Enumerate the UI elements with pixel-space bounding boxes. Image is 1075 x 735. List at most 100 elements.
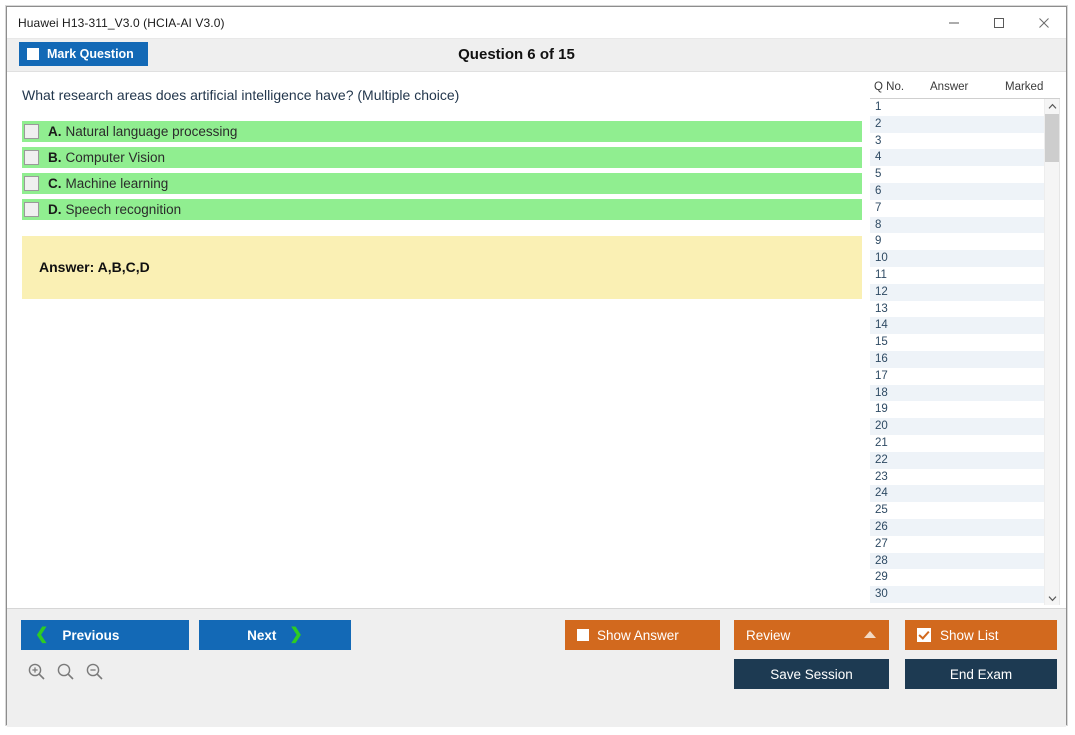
question-list-row[interactable]: 26: [870, 518, 1045, 536]
option-checkbox-a[interactable]: [24, 124, 39, 139]
question-list-row[interactable]: 2: [870, 115, 1045, 133]
question-prompt: What research areas does artificial inte…: [22, 87, 460, 103]
chevron-up-icon: [1048, 103, 1056, 109]
zoom-out-icon: [86, 663, 103, 680]
show-answer-button[interactable]: Show Answer: [565, 620, 720, 650]
question-list-row[interactable]: 12: [870, 283, 1045, 301]
question-list-row[interactable]: 24: [870, 485, 1045, 503]
previous-button[interactable]: ❮ Previous: [21, 620, 189, 650]
scroll-down-button[interactable]: [1045, 591, 1059, 605]
zoom-out-button[interactable]: [85, 662, 104, 681]
chevron-down-icon: [1048, 595, 1056, 601]
option-checkbox-b[interactable]: [24, 150, 39, 165]
answer-text: Answer: A,B,C,D: [39, 259, 150, 275]
question-list-row[interactable]: 28: [870, 552, 1045, 570]
zoom-in-icon: [28, 663, 45, 680]
show-list-button[interactable]: Show List: [905, 620, 1057, 650]
zoom-in-button[interactable]: [27, 662, 46, 681]
question-list-row[interactable]: 18: [870, 384, 1045, 402]
close-icon: [1038, 17, 1049, 28]
review-dropdown[interactable]: Review: [734, 620, 889, 650]
review-label: Review: [746, 627, 791, 643]
end-exam-label: End Exam: [949, 666, 1013, 682]
option-letter: A.: [48, 124, 62, 139]
option-row[interactable]: D. Speech recognition: [22, 199, 862, 220]
chevron-left-icon: ❮: [35, 626, 49, 643]
question-list-row[interactable]: 17: [870, 367, 1045, 385]
chevron-right-icon: ❯: [289, 626, 303, 643]
caret-up-icon: [864, 631, 876, 638]
exam-window: Huawei H13-311_V3.0 (HCIA-AI V3.0) Mark …: [6, 6, 1067, 727]
option-checkbox-c[interactable]: [24, 176, 39, 191]
column-header-answer: Answer: [930, 81, 969, 93]
option-row[interactable]: B. Computer Vision: [22, 147, 862, 168]
question-list-body[interactable]: 1 2 3 4 5 6 7 8 9 10 11 12 13 14 15 16 17 18 19 20 21 22 23 24 2…: [870, 99, 1060, 605]
question-list-row[interactable]: 3: [870, 132, 1045, 150]
question-list-row[interactable]: 16: [870, 350, 1045, 368]
minimize-icon: [948, 22, 959, 23]
show-answer-checkbox[interactable]: [577, 629, 589, 641]
show-list-checkbox[interactable]: [917, 628, 931, 642]
minimize-button[interactable]: [931, 7, 976, 38]
column-header-marked: Marked: [1005, 81, 1044, 93]
option-text: Speech recognition: [65, 202, 182, 217]
question-list-row[interactable]: 7: [870, 199, 1045, 217]
question-counter: Question 6 of 15: [458, 46, 575, 63]
question-list-header: Q No. Answer Marked: [870, 77, 1060, 99]
options-list: A. Natural language processing B. Comput…: [22, 121, 862, 225]
option-letter: C.: [48, 176, 62, 191]
question-list-panel: Q No. Answer Marked 1 2 3 4 5 6 7 8 9 10 11 12 13 14 1…: [870, 77, 1060, 605]
question-list-row[interactable]: 25: [870, 502, 1045, 519]
option-text: Machine learning: [65, 176, 169, 191]
question-list-row[interactable]: 5: [870, 166, 1045, 183]
save-session-button[interactable]: Save Session: [734, 659, 889, 689]
next-label: Next: [247, 627, 277, 643]
question-list-row[interactable]: 15: [870, 334, 1045, 351]
question-list-scrollbar[interactable]: [1044, 99, 1059, 605]
question-list-row[interactable]: 10: [870, 250, 1045, 267]
zoom-reset-icon: [57, 663, 74, 680]
scroll-up-button[interactable]: [1045, 99, 1059, 113]
option-letter: D.: [48, 202, 62, 217]
show-list-label: Show List: [940, 627, 999, 643]
question-list-row[interactable]: 29: [870, 569, 1045, 587]
question-list-row[interactable]: 8: [870, 216, 1045, 234]
scrollbar-thumb[interactable]: [1045, 114, 1059, 162]
question-list-row[interactable]: 14: [870, 317, 1045, 335]
question-list-row[interactable]: 4: [870, 149, 1045, 167]
question-list-row[interactable]: 23: [870, 468, 1045, 486]
end-exam-button[interactable]: End Exam: [905, 659, 1057, 689]
zoom-reset-button[interactable]: [56, 662, 75, 681]
option-letter: B.: [48, 150, 62, 165]
question-list-row[interactable]: 19: [870, 401, 1045, 419]
question-list-row[interactable]: 20: [870, 418, 1045, 435]
answer-reveal-box: Answer: A,B,C,D: [22, 236, 862, 299]
previous-label: Previous: [62, 627, 120, 643]
close-button[interactable]: [1021, 7, 1066, 38]
question-list-row[interactable]: 30: [870, 586, 1045, 603]
question-list-row[interactable]: 1: [870, 99, 1045, 116]
option-text: Computer Vision: [65, 150, 166, 165]
window-controls: [931, 7, 1066, 38]
maximize-button[interactable]: [976, 7, 1021, 38]
question-list-row[interactable]: 27: [870, 535, 1045, 553]
show-answer-label: Show Answer: [597, 627, 679, 643]
window-title: Huawei H13-311_V3.0 (HCIA-AI V3.0): [18, 15, 225, 30]
column-header-qno: Q No.: [874, 81, 905, 93]
question-list-row[interactable]: 9: [870, 233, 1045, 251]
content-area: What research areas does artificial inte…: [7, 72, 1066, 608]
question-list-row[interactable]: 6: [870, 182, 1045, 200]
next-button[interactable]: Next ❯: [199, 620, 351, 650]
question-list-row[interactable]: 11: [870, 266, 1045, 284]
option-row[interactable]: A. Natural language processing: [22, 121, 862, 142]
option-text: Natural language processing: [65, 124, 238, 139]
question-list-row[interactable]: 21: [870, 434, 1045, 452]
option-checkbox-d[interactable]: [24, 202, 39, 217]
maximize-icon: [993, 17, 1004, 28]
question-list-row[interactable]: 13: [870, 300, 1045, 318]
bottom-toolbar: ❮ Previous Next ❯ Show Answer Review Sho…: [7, 608, 1066, 727]
exam-header: Mark Question Question 6 of 15: [7, 39, 1066, 72]
option-row[interactable]: C. Machine learning: [22, 173, 862, 194]
question-list-row[interactable]: 22: [870, 451, 1045, 469]
title-bar: Huawei H13-311_V3.0 (HCIA-AI V3.0): [7, 7, 1066, 39]
